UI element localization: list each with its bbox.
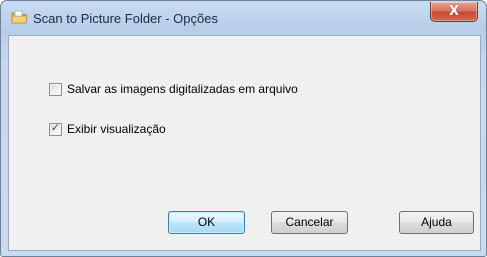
option-show-preview[interactable]: ✓ Exibir visualização — [49, 121, 166, 137]
help-button[interactable]: Ajuda — [399, 211, 474, 234]
checkmark-icon: ✓ — [50, 120, 61, 134]
show-preview-checkbox[interactable]: ✓ — [49, 120, 62, 136]
folder-scan-icon — [11, 10, 28, 25]
dialog-window: Scan to Picture Folder - Opções X Salvar… — [0, 0, 487, 257]
cancel-button[interactable]: Cancelar — [271, 211, 348, 234]
ok-button[interactable]: OK — [168, 211, 245, 234]
title-bar[interactable]: Scan to Picture Folder - Opções X — [1, 1, 486, 35]
save-images-checkbox[interactable] — [49, 82, 62, 96]
window-title: Scan to Picture Folder - Opções — [33, 11, 218, 26]
show-preview-label[interactable]: Exibir visualização — [67, 122, 166, 136]
save-images-label[interactable]: Salvar as imagens digitalizadas em arqui… — [67, 82, 298, 96]
close-icon: X — [448, 4, 460, 19]
option-save-scanned-images[interactable]: Salvar as imagens digitalizadas em arqui… — [49, 81, 298, 97]
dialog-body: Salvar as imagens digitalizadas em arqui… — [8, 35, 481, 251]
close-button[interactable]: X — [430, 2, 478, 22]
